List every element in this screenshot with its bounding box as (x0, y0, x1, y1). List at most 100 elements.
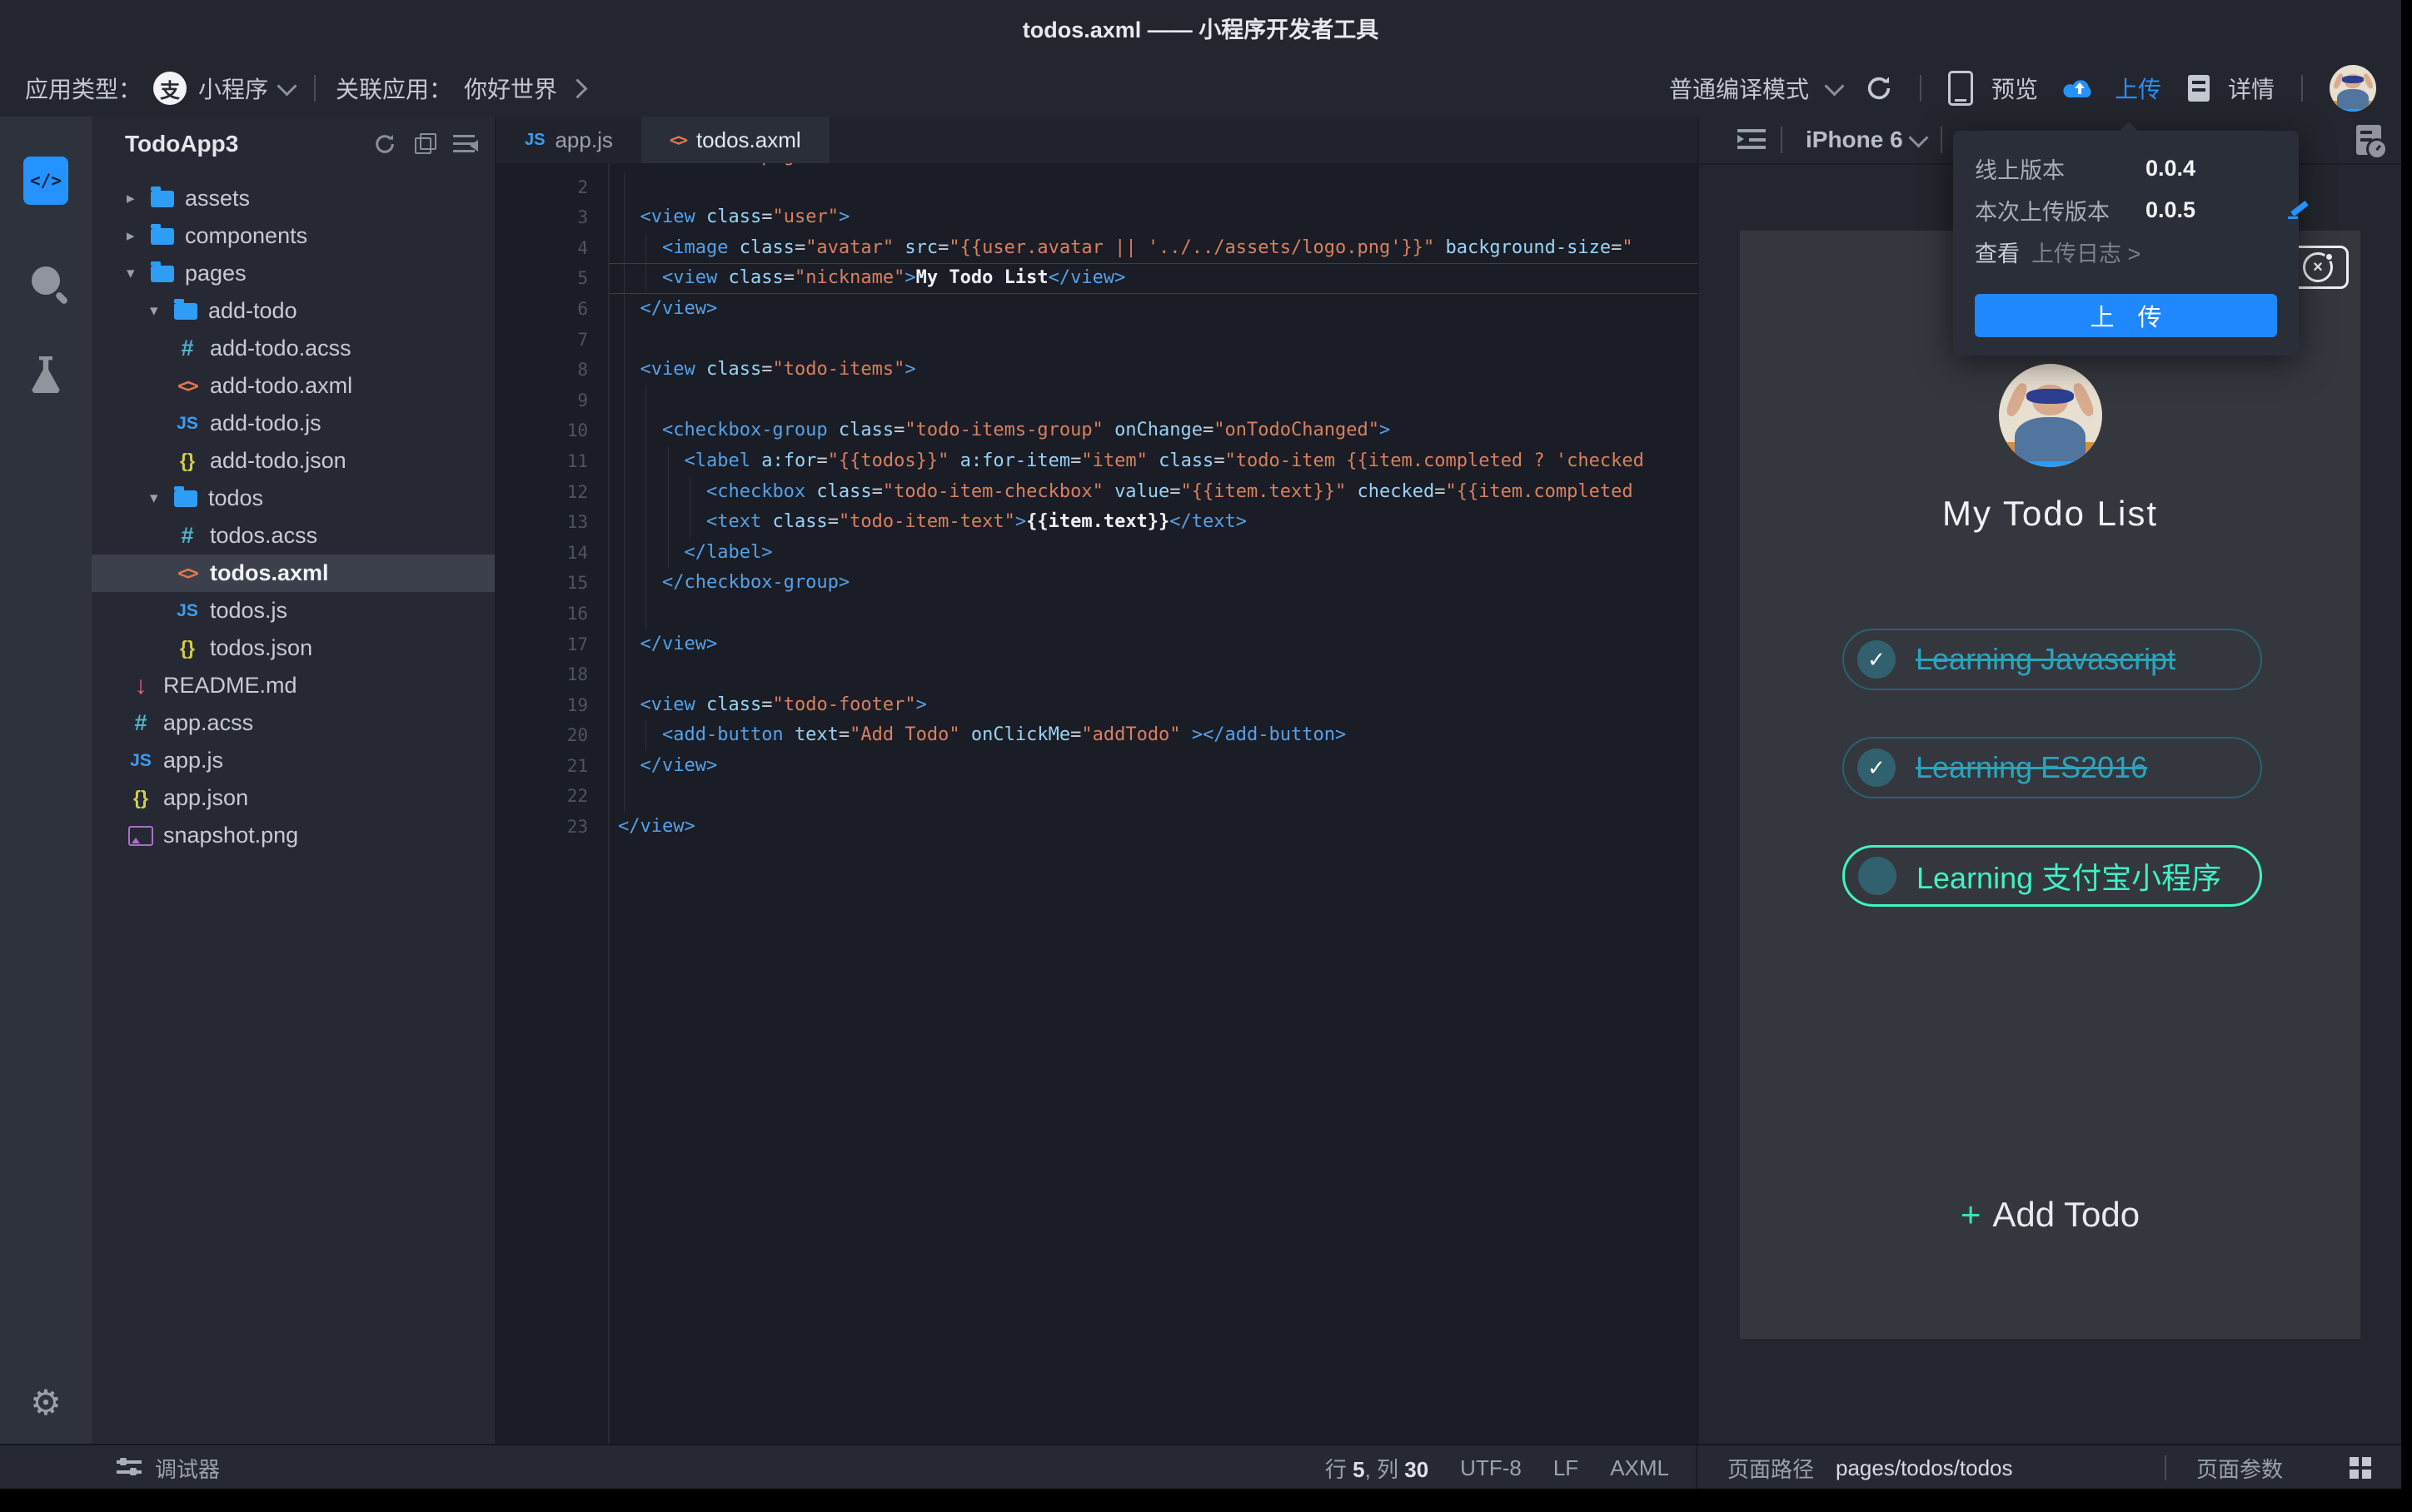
code-editor[interactable]: 1<view class="page-todos">23 <view class… (496, 163, 1697, 1444)
code-line-20[interactable]: 20 <add-button text="Add Todo" onClickMe… (496, 720, 1697, 751)
search-icon[interactable] (32, 266, 60, 295)
outline-toggle-icon[interactable] (1737, 129, 1766, 151)
code-line-17[interactable]: 17 </view> (496, 629, 1697, 660)
tree-item-label: todos.axml (210, 560, 329, 585)
code-line-22[interactable]: 22 (496, 781, 1697, 812)
close-icon[interactable]: × (2303, 252, 2334, 282)
details-button[interactable]: 详情 (2228, 72, 2275, 105)
code-line-8[interactable]: 8 <view class="todo-items"> (496, 355, 1697, 385)
compile-mode-select[interactable]: 普通编译模式 (1669, 72, 1809, 105)
chevron-down-icon[interactable] (277, 75, 297, 97)
tab-app.js[interactable]: JS app.js (496, 117, 641, 163)
tree-item-todos.json[interactable]: {} todos.json (92, 629, 495, 667)
code-line-15[interactable]: 15 </checkbox-group> (496, 568, 1697, 599)
code-line-10[interactable]: 10 <checkbox-group class="todo-items-gro… (496, 415, 1697, 446)
language-indicator[interactable]: AXML (1610, 1455, 1669, 1481)
code-line-9[interactable]: 9 (496, 385, 1697, 416)
code-line-2[interactable]: 2 (496, 172, 1697, 203)
app-type-value[interactable]: 小程序 (198, 72, 268, 105)
code-explorer-icon[interactable]: </> (23, 157, 68, 205)
project-name: TodoApp3 (125, 131, 239, 157)
chevron-collapsed-icon[interactable]: ▸ (127, 226, 148, 246)
tree-item-snapshot.png[interactable]: snapshot.png (92, 817, 495, 854)
chevron-right-icon[interactable] (567, 77, 588, 99)
tree-item-add-todo.json[interactable]: {} add-todo.json (92, 442, 495, 480)
line-content (608, 325, 1697, 356)
tree-item-todos[interactable]: ▾ todos (92, 480, 495, 517)
debugger-toggle[interactable]: 调试器 (155, 1453, 220, 1484)
tree-item-todos.axml[interactable]: <> todos.axml (92, 555, 495, 592)
user-avatar[interactable] (2330, 65, 2376, 112)
new-window-icon[interactable] (413, 132, 436, 156)
tree-item-components[interactable]: ▸ components (92, 217, 495, 255)
collapse-all-icon[interactable] (453, 132, 478, 156)
add-todo-button[interactable]: + Add Todo (1740, 1195, 2360, 1235)
code-line-12[interactable]: 12 <checkbox class="todo-item-checkbox" … (496, 477, 1697, 508)
tree-item-add-todo[interactable]: ▾ add-todo (92, 292, 495, 330)
upload-confirm-button[interactable]: 上 传 (1975, 294, 2277, 337)
code-line-21[interactable]: 21 </view> (496, 751, 1697, 782)
linked-app-value[interactable]: 你好世界 (464, 72, 557, 105)
code-line-5[interactable]: 5 <view class="nickname">My Todo List</v… (496, 263, 1697, 294)
line-number: 16 (566, 603, 588, 624)
chevron-expanded-icon[interactable]: ▾ (150, 489, 172, 508)
chevron-down-icon[interactable] (1824, 75, 1845, 97)
code-line-4[interactable]: 4 <image class="avatar" src="{{user.avat… (496, 233, 1697, 264)
details-icon[interactable] (2187, 75, 2210, 102)
page-path-value[interactable]: pages/todos/todos (1836, 1455, 2013, 1481)
panel-grid-icon[interactable] (2350, 1457, 2371, 1479)
upload-button[interactable]: 上传 (2115, 72, 2161, 105)
tree-item-add-todo.acss[interactable]: # add-todo.acss (92, 330, 495, 367)
preview-button[interactable]: 预览 (1991, 72, 2038, 105)
cursor-position[interactable]: 行 5, 列 30 (1325, 1453, 1428, 1484)
tree-item-app.json[interactable]: {} app.json (92, 779, 495, 817)
encoding-indicator[interactable]: UTF-8 (1460, 1455, 1522, 1481)
code-line-18[interactable]: 18 (496, 659, 1697, 690)
code-line-16[interactable]: 16 (496, 599, 1697, 629)
code-line-1[interactable]: 1<view class="page-todos"> (496, 163, 1697, 172)
chevron-down-icon[interactable] (1908, 127, 1929, 148)
chevron-expanded-icon[interactable]: ▾ (150, 301, 172, 321)
code-line-13[interactable]: 13 <text class="todo-item-text">{{item.t… (496, 507, 1697, 538)
eol-indicator[interactable]: LF (1553, 1455, 1578, 1481)
tree-item-README.md[interactable]: ↓ README.md (92, 667, 495, 704)
tab-todos.axml[interactable]: <> todos.axml (640, 117, 830, 163)
chevron-expanded-icon[interactable]: ▾ (127, 264, 148, 283)
checkbox-unchecked-icon[interactable] (1858, 857, 1896, 895)
code-line-11[interactable]: 11 <label a:for="{{todos}}" a:for-item="… (496, 446, 1697, 477)
code-line-14[interactable]: 14 </label> (496, 538, 1697, 569)
edit-pencil-icon[interactable] (2288, 201, 2310, 219)
checkbox-checked-icon[interactable]: ✓ (1857, 749, 1896, 787)
upload-cloud-icon[interactable] (2063, 76, 2096, 101)
settings-gear-icon[interactable]: ⚙ (30, 1385, 62, 1420)
tree-item-assets[interactable]: ▸ assets (92, 180, 495, 217)
test-flask-icon[interactable] (32, 356, 60, 393)
tree-item-add-todo.js[interactable]: JS add-todo.js (92, 405, 495, 442)
chevron-collapsed-icon[interactable]: ▸ (127, 189, 148, 208)
code-line-19[interactable]: 19 <view class="todo-footer"> (496, 690, 1697, 721)
debugger-sliders-icon[interactable] (117, 1457, 142, 1479)
code-line-6[interactable]: 6 </view> (496, 294, 1697, 325)
todo-item[interactable]: Learning 支付宝小程序 (1842, 845, 2262, 907)
device-select[interactable]: iPhone 6 (1806, 127, 1903, 153)
tree-item-todos.js[interactable]: JS todos.js (92, 592, 495, 629)
todo-item[interactable]: ✓ Learning ES2016 (1842, 737, 2262, 798)
todo-item[interactable]: ✓ Learning Javascript (1842, 629, 2262, 690)
tree-item-pages[interactable]: ▾ pages (92, 255, 495, 292)
refresh-button[interactable] (1865, 74, 1893, 102)
tree-item-app.js[interactable]: JS app.js (92, 742, 495, 779)
upload-log-link[interactable]: 上传日志 > (2031, 236, 2140, 268)
code-line-3[interactable]: 3 <view class="user"> (496, 202, 1697, 233)
tree-item-todos.acss[interactable]: # todos.acss (92, 517, 495, 555)
checkbox-checked-icon[interactable]: ✓ (1857, 640, 1896, 679)
tree-item-add-todo.axml[interactable]: <> add-todo.axml (92, 367, 495, 405)
code-line-7[interactable]: 7 (496, 325, 1697, 356)
upload-history-icon[interactable] (2356, 125, 2388, 160)
preview-icon[interactable] (1947, 71, 1973, 106)
line-content (608, 659, 1697, 690)
tree-item-app.acss[interactable]: # app.acss (92, 704, 495, 742)
tree-item-label: todos.js (210, 598, 288, 623)
code-line-23[interactable]: 23 </view> (496, 812, 1697, 843)
page-params-button[interactable]: 页面参数 (2196, 1453, 2283, 1484)
refresh-tree-icon[interactable] (373, 132, 396, 156)
